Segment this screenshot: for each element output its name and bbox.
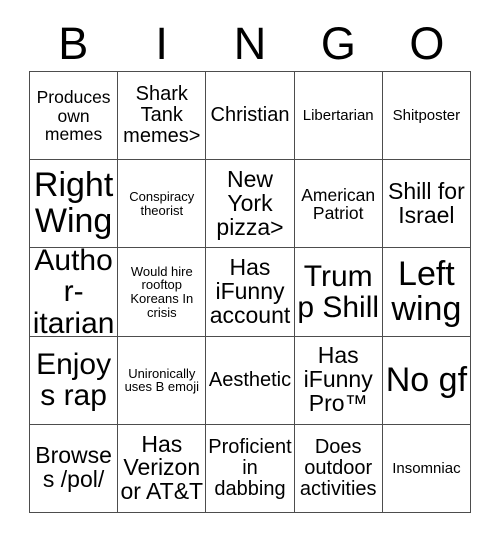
bingo-header-letter-n: N xyxy=(233,18,267,69)
bingo-cell[interactable]: Produces own memes xyxy=(30,72,119,161)
bingo-cell-label: Unironically uses B emoji xyxy=(124,365,199,395)
bingo-cell-label: Insomniac xyxy=(392,459,461,477)
bingo-cell-label: Enjoys rap xyxy=(36,348,112,413)
bingo-grid: Produces own memes Shark Tank memes> Chr… xyxy=(29,71,471,513)
bingo-cell-label: Shark Tank memes> xyxy=(123,83,201,147)
bingo-cell-label: Would hire rooftop Koreans In crisis xyxy=(130,263,194,320)
bingo-cell[interactable]: Proficient in dabbing xyxy=(206,424,295,513)
bingo-cell-label: Has iFunny Pro™ xyxy=(303,342,373,417)
bingo-cell-label: New York pizza> xyxy=(216,165,284,240)
bingo-cell-label: No gf xyxy=(385,360,468,399)
bingo-cell[interactable]: Author- itarian xyxy=(30,248,119,337)
bingo-cell-label: Trump Shill xyxy=(297,259,380,324)
bingo-cell-label: Does outdoor activities xyxy=(299,436,377,500)
bingo-cell[interactable]: Unironically uses B emoji xyxy=(118,336,207,425)
bingo-cell[interactable]: Libertarian xyxy=(294,72,383,161)
bingo-header-letter-o: O xyxy=(409,18,445,69)
bingo-cell[interactable]: Shill for Israel xyxy=(382,160,471,249)
bingo-cell[interactable]: Conspiracy theorist xyxy=(118,160,207,249)
bingo-cell-label: Produces own memes xyxy=(36,87,111,144)
bingo-cell-label: Left wing xyxy=(391,254,462,328)
bingo-header-letter-i: I xyxy=(155,18,168,69)
bingo-cell-label: Libertarian xyxy=(302,106,374,124)
bingo-cell-label: Conspiracy theorist xyxy=(129,189,195,218)
bingo-cell[interactable]: Enjoys rap xyxy=(30,336,119,425)
bingo-cell[interactable]: Shark Tank memes> xyxy=(118,72,207,161)
bingo-cell[interactable]: Left wing xyxy=(382,248,471,337)
bingo-cell[interactable]: American Patriot xyxy=(294,160,383,249)
bingo-card: B I N G O Produces own memes Shark Tank … xyxy=(0,0,500,544)
bingo-cell-label: American Patriot xyxy=(301,184,376,223)
bingo-cell[interactable]: No gf xyxy=(382,336,471,425)
bingo-header-row: B I N G O xyxy=(29,16,471,71)
bingo-cell[interactable]: Has iFunny Pro™ xyxy=(294,336,383,425)
bingo-cell-label: Browses /pol/ xyxy=(35,442,112,493)
bingo-cell[interactable]: Shitposter xyxy=(382,72,471,161)
bingo-cell[interactable]: Has iFunny account xyxy=(206,248,295,337)
bingo-cell[interactable]: New York pizza> xyxy=(206,160,295,249)
bingo-header-letter-g: G xyxy=(320,18,356,69)
bingo-cell-label: Shitposter xyxy=(392,106,461,124)
bingo-cell[interactable]: Christian xyxy=(206,72,295,161)
bingo-cell[interactable]: Would hire rooftop Koreans In crisis xyxy=(118,248,207,337)
bingo-cell[interactable]: Insomniac xyxy=(382,424,471,513)
bingo-cell-label: Christian xyxy=(210,104,290,127)
bingo-cell-label: Aesthetic xyxy=(208,368,292,391)
bingo-cell[interactable]: Aesthetic xyxy=(206,336,295,425)
bingo-cell[interactable]: Browses /pol/ xyxy=(30,424,119,513)
bingo-header-letter-b: B xyxy=(58,18,89,69)
bingo-cell-label: Author- itarian xyxy=(32,248,115,337)
bingo-cell-label: Has iFunny account xyxy=(209,254,291,328)
bingo-cell-label: Shill for Israel xyxy=(388,177,465,228)
bingo-cell[interactable]: Trump Shill xyxy=(294,248,383,337)
bingo-cell[interactable]: Does outdoor activities xyxy=(294,424,383,513)
bingo-cell[interactable]: Right Wing xyxy=(30,160,119,249)
bingo-cell[interactable]: Has Verizon or AT&T xyxy=(118,424,207,513)
bingo-cell-label: Has Verizon or AT&T xyxy=(120,430,204,505)
bingo-cell-label: Right Wing xyxy=(33,166,114,240)
bingo-cell-label: Proficient in dabbing xyxy=(208,436,292,500)
